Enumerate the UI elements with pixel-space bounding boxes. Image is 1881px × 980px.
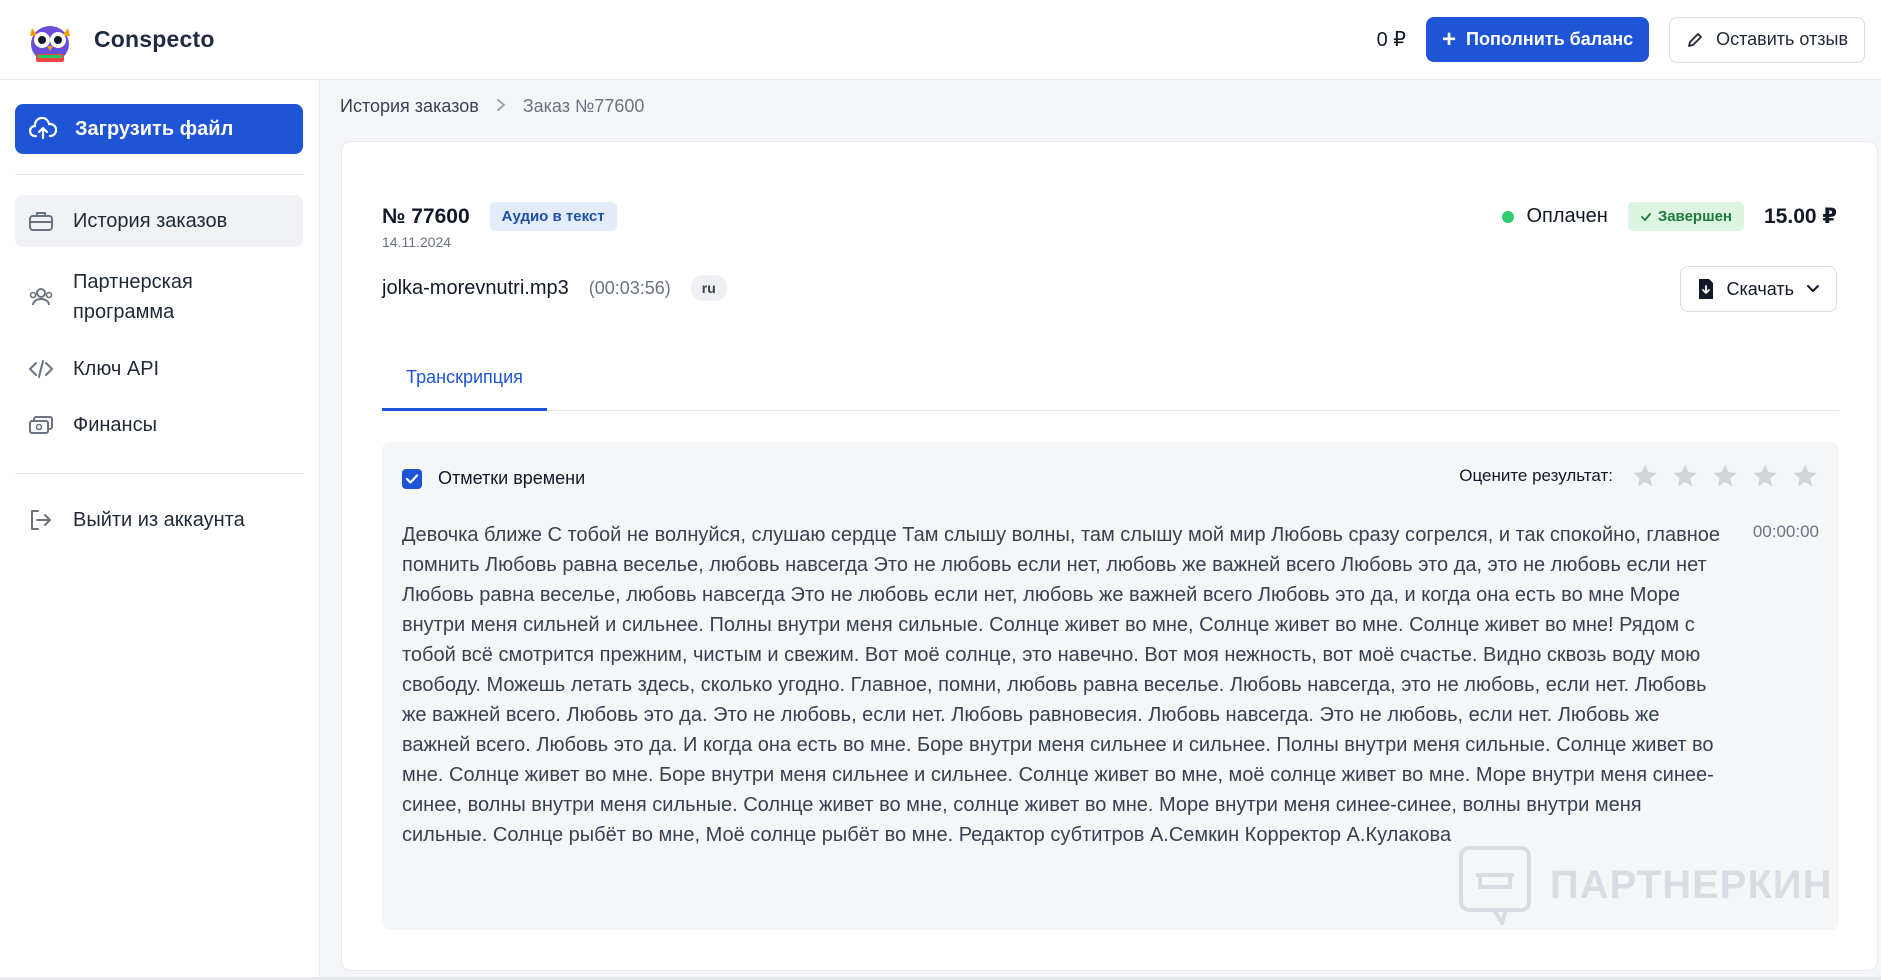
star-icon[interactable]	[1751, 462, 1779, 490]
plus-icon: +	[1442, 25, 1457, 53]
brand[interactable]: Conspecto	[24, 14, 215, 66]
briefcase-icon	[27, 207, 55, 235]
watermark-logo-icon	[1459, 846, 1531, 925]
download-label: Скачать	[1726, 278, 1795, 299]
star-icon[interactable]	[1711, 462, 1739, 490]
timestamps-toggle[interactable]: Отметки времени	[402, 468, 585, 489]
watermark: ПАРТНЕРКИН	[1458, 845, 1833, 925]
order-price: 15.00 ₽	[1764, 205, 1837, 228]
language-badge: ru	[690, 275, 727, 301]
order-type-badge: Аудио в текст	[489, 202, 617, 231]
timestamps-label: Отметки времени	[438, 468, 586, 488]
upload-file-label: Загрузить файл	[75, 117, 234, 140]
cloud-upload-icon	[29, 117, 57, 140]
rating-widget: Оцените результат:	[1459, 462, 1819, 490]
payment-status-label: Оплачен	[1526, 205, 1608, 227]
wallet-icon	[27, 411, 55, 439]
star-icon[interactable]	[1791, 462, 1819, 490]
download-dropdown-button[interactable]: Скачать	[1679, 266, 1837, 312]
completed-badge-label: Завершен	[1657, 208, 1732, 225]
brand-name: Conspecto	[94, 26, 215, 52]
order-date: 14.11.2024	[382, 234, 452, 250]
watermark-text: ПАРТНЕРКИН	[1550, 862, 1833, 907]
rating-stars	[1631, 462, 1819, 490]
check-icon	[1640, 212, 1651, 221]
order-status: Оплачен Завершен 15.00 ₽	[1502, 202, 1837, 231]
file-name: jolka-morevnutri.mp3	[382, 276, 569, 299]
order-number: № 77600	[382, 204, 470, 228]
users-icon	[27, 283, 55, 311]
upload-file-button[interactable]: Загрузить файл	[15, 104, 303, 154]
order-header: № 77600 Аудио в текст	[382, 202, 617, 231]
leave-review-label: Оставить отзыв	[1716, 29, 1848, 49]
sidebar-item-label-line2: программа	[73, 301, 175, 323]
sidebar-item-partner-program[interactable]: Партнерская программа	[15, 255, 303, 339]
balance-display: 0 ₽	[1376, 29, 1407, 51]
timestamps-checkbox[interactable]	[402, 468, 422, 489]
top-header: Conspecto 0 ₽ + Пополнить баланс Оставит…	[0, 0, 1881, 80]
transcript-timestamp: 00:00:00	[1752, 522, 1819, 541]
breadcrumb-current: Заказ №77600	[522, 96, 645, 116]
star-icon[interactable]	[1631, 462, 1659, 490]
header-actions: 0 ₽ + Пополнить баланс Оставить отзыв	[1376, 16, 1865, 63]
sidebar-item-api-key[interactable]: Ключ API	[15, 343, 303, 395]
sidebar-divider	[15, 174, 304, 175]
sidebar-item-order-history[interactable]: История заказов	[15, 195, 303, 247]
sidebar-item-label: История заказов	[73, 209, 228, 232]
chevron-down-icon	[1807, 285, 1819, 292]
file-duration: (00:03:56)	[588, 277, 671, 298]
breadcrumb: История заказов Заказ №77600	[340, 96, 644, 117]
chevron-right-icon	[495, 96, 507, 117]
file-info: jolka-morevnutri.mp3 (00:03:56) ru	[382, 275, 727, 301]
sidebar-item-finances[interactable]: Финансы	[15, 399, 303, 451]
pen-icon	[1688, 32, 1702, 47]
leave-review-button[interactable]: Оставить отзыв	[1669, 16, 1865, 63]
topup-balance-label: Пополнить баланс	[1466, 29, 1634, 49]
topup-balance-button[interactable]: + Пополнить баланс	[1426, 17, 1650, 62]
rating-label: Оцените результат:	[1459, 466, 1613, 485]
logout-button[interactable]: Выйти из аккаунта	[15, 494, 303, 546]
sidebar-item-label-line1: Партнерская	[73, 271, 193, 293]
sidebar-divider	[15, 473, 304, 474]
sidebar-item-label: Партнерская программа	[73, 267, 193, 327]
logout-icon	[27, 506, 55, 534]
status-dot-icon	[1502, 210, 1515, 223]
tab-transcription[interactable]: Транскрипция	[382, 347, 547, 411]
tab-bar: Транскрипция	[382, 347, 1839, 411]
breadcrumb-order-history-link[interactable]: История заказов	[340, 96, 479, 117]
logout-label: Выйти из аккаунта	[73, 508, 245, 531]
transcript-text: Девочка ближе С тобой не волнуйся, слуша…	[402, 524, 1720, 846]
payment-status: Оплачен	[1502, 205, 1608, 228]
sidebar: Загрузить файл История заказов Партнерск…	[0, 80, 320, 980]
sidebar-item-label: Ключ API	[73, 357, 160, 380]
star-icon[interactable]	[1671, 462, 1699, 490]
owl-logo-icon	[30, 25, 70, 62]
sidebar-item-label: Финансы	[73, 413, 157, 436]
code-icon	[27, 355, 55, 383]
completed-badge: Завершен	[1627, 202, 1744, 231]
file-download-icon	[1698, 279, 1713, 299]
check-icon	[405, 473, 419, 484]
